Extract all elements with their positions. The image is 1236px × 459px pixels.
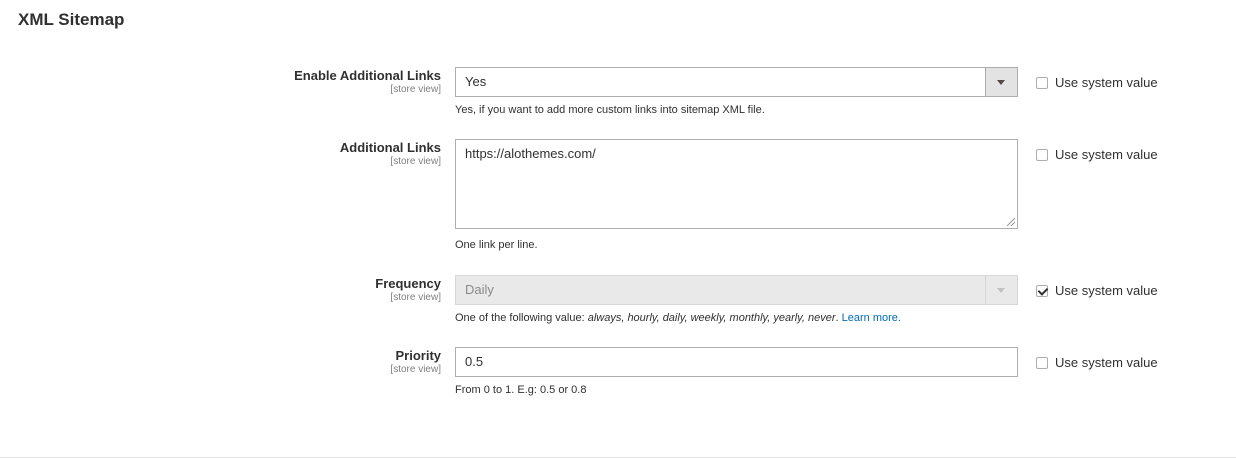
- priority-input[interactable]: 0.5: [455, 347, 1018, 377]
- priority-control: 0.5 From 0 to 1. E.g: 0.5 or 0.8: [455, 347, 1018, 397]
- field-label-enable-additional-links: Enable Additional Links [store view]: [141, 68, 441, 96]
- select-arrow-box: [985, 276, 1017, 304]
- use-system-value-checkbox[interactable]: [1036, 76, 1048, 89]
- use-system-value-additional-links[interactable]: Use system value: [1036, 147, 1158, 162]
- additional-links-textarea[interactable]: https://alothemes.com/: [455, 139, 1018, 229]
- section-title: XML Sitemap: [18, 10, 125, 29]
- label-text: Enable Additional Links: [294, 68, 441, 83]
- note-prefix: One of the following value:: [455, 312, 588, 324]
- use-system-value-label: Use system value: [1055, 355, 1158, 370]
- enable-additional-links-control: Yes Yes, if you want to add more custom …: [455, 67, 1018, 117]
- field-note: Yes, if you want to add more custom link…: [455, 104, 765, 116]
- scope-text: [store view]: [390, 364, 441, 375]
- use-system-value-priority[interactable]: Use system value: [1036, 355, 1158, 370]
- scope-text: [store view]: [390, 292, 441, 303]
- use-system-value-frequency[interactable]: Use system value: [1036, 283, 1158, 298]
- label-text: Frequency: [375, 276, 441, 291]
- use-system-value-label: Use system value: [1055, 147, 1158, 162]
- field-label-priority: Priority [store view]: [141, 348, 441, 376]
- use-system-value-checkbox[interactable]: [1036, 148, 1048, 161]
- field-note: One link per line.: [455, 239, 538, 251]
- label-text: Priority: [395, 348, 441, 363]
- chevron-down-icon: [997, 288, 1005, 293]
- frequency-control: Daily One of the following value: always…: [455, 275, 1018, 325]
- use-system-value-checkbox[interactable]: [1036, 356, 1048, 369]
- field-note: From 0 to 1. E.g: 0.5 or 0.8: [455, 384, 587, 396]
- use-system-value-checkbox[interactable]: [1036, 284, 1048, 297]
- scope-text: [store view]: [390, 84, 441, 95]
- section-divider: [0, 457, 1236, 458]
- select-value: Yes: [465, 74, 487, 89]
- use-system-value-label: Use system value: [1055, 75, 1158, 90]
- chevron-down-icon: [997, 80, 1005, 85]
- note-values: always, hourly, daily, weekly, monthly, …: [587, 312, 836, 324]
- field-note: One of the following value: always, hour…: [455, 311, 1018, 325]
- scope-text: [store view]: [390, 156, 441, 167]
- use-system-value-enable-additional-links[interactable]: Use system value: [1036, 75, 1158, 90]
- learn-more-link[interactable]: Learn more.: [842, 312, 901, 324]
- use-system-value-label: Use system value: [1055, 283, 1158, 298]
- field-label-frequency: Frequency [store view]: [141, 276, 441, 304]
- enable-additional-links-select[interactable]: Yes: [455, 67, 1018, 97]
- select-value: Daily: [465, 282, 494, 297]
- textarea-value: https://alothemes.com/: [465, 146, 596, 161]
- additional-links-control: https://alothemes.com/ One link per line…: [455, 139, 1018, 252]
- frequency-select: Daily: [455, 275, 1018, 305]
- label-text: Additional Links: [339, 140, 441, 155]
- resize-grip-icon[interactable]: [1007, 218, 1015, 226]
- field-label-additional-links: Additional Links [store view]: [141, 140, 441, 168]
- select-arrow-box[interactable]: [985, 68, 1017, 96]
